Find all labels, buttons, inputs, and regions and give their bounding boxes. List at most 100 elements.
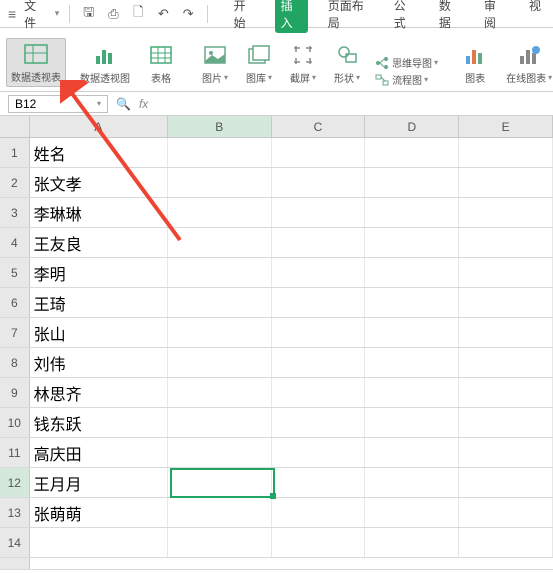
col-header-D[interactable]: D [365,116,459,137]
cell[interactable]: 李琳琳 [30,198,168,227]
row-header[interactable]: 13 [0,498,30,527]
cell[interactable]: 林思齐 [30,378,168,407]
name-box[interactable]: B12 ▾ [8,95,108,113]
cell[interactable] [168,528,272,557]
menu-icon[interactable]: ≡ [8,6,16,22]
row-header[interactable]: 6 [0,288,30,317]
cell[interactable] [272,468,366,497]
cell[interactable] [168,348,272,377]
tab-review[interactable]: 审阅 [480,0,509,33]
flowchart-button[interactable]: 流程图▾ [374,72,438,87]
cell[interactable] [272,198,366,227]
cell[interactable] [168,438,272,467]
cell[interactable] [365,408,459,437]
cell[interactable] [168,258,272,287]
cell[interactable] [272,318,366,347]
cell[interactable] [272,528,366,557]
tab-formula[interactable]: 公式 [390,0,419,33]
cell[interactable]: 王琦 [30,288,168,317]
cell[interactable] [459,198,553,227]
mindmap-button[interactable]: 思维导图▾ [374,55,438,70]
cell[interactable] [168,408,272,437]
cell[interactable] [365,498,459,527]
tab-page-layout[interactable]: 页面布局 [324,0,374,33]
cell[interactable] [365,258,459,287]
col-header-A[interactable]: A [30,116,168,137]
tab-insert[interactable]: 插入 [275,0,308,33]
col-header-C[interactable]: C [272,116,366,137]
cell[interactable]: 刘伟 [30,348,168,377]
picture-button[interactable]: 图片▾ [198,40,232,87]
cell[interactable] [365,318,459,347]
cell[interactable]: 高庆田 [30,438,168,467]
cell[interactable] [459,468,553,497]
cell[interactable] [365,198,459,227]
cell[interactable] [459,258,553,287]
cell[interactable] [168,498,272,527]
cell[interactable]: 张文孝 [30,168,168,197]
row-header[interactable]: 11 [0,438,30,467]
cell[interactable] [168,318,272,347]
cell[interactable] [168,198,272,227]
cell[interactable] [272,168,366,197]
cell[interactable] [365,138,459,167]
cell[interactable]: 张山 [30,318,168,347]
cell[interactable] [459,498,553,527]
cell[interactable] [272,258,366,287]
cell[interactable] [272,498,366,527]
cell[interactable] [365,528,459,557]
cell[interactable] [272,438,366,467]
row-header[interactable]: 4 [0,228,30,257]
cell[interactable] [168,378,272,407]
cell[interactable] [168,168,272,197]
col-header-E[interactable]: E [459,116,553,137]
cell[interactable] [272,378,366,407]
cell[interactable] [459,318,553,347]
preview-icon[interactable]: 🗋 [130,3,147,25]
cell[interactable] [168,468,272,497]
cell[interactable] [459,138,553,167]
shapes-button[interactable]: 形状▾ [330,40,364,87]
cell[interactable] [365,168,459,197]
cell[interactable] [459,528,553,557]
row-header[interactable]: 2 [0,168,30,197]
cell[interactable] [272,228,366,257]
row-header[interactable]: 12 [0,468,30,497]
fx-label[interactable]: fx [139,97,148,111]
cell[interactable] [459,348,553,377]
tab-view[interactable]: 视 [525,0,545,33]
col-header-B[interactable]: B [168,116,272,137]
row-header[interactable]: 9 [0,378,30,407]
fx-search-icon[interactable]: 🔍 [116,97,131,111]
row-header[interactable]: 5 [0,258,30,287]
select-all-corner[interactable] [0,116,30,137]
file-menu[interactable]: 文件 [24,0,47,31]
print-icon[interactable]: ⎙ [105,6,122,22]
row-header[interactable]: 10 [0,408,30,437]
cell[interactable] [459,168,553,197]
cell[interactable] [365,438,459,467]
cell[interactable] [459,288,553,317]
row-header[interactable]: 8 [0,348,30,377]
cell[interactable] [365,228,459,257]
cell[interactable] [30,528,168,557]
cell[interactable]: 李明 [30,258,168,287]
cell[interactable] [168,288,272,317]
chart-button[interactable]: 图表 [458,40,492,87]
pivot-table-button[interactable]: 数据透视表 [6,38,66,87]
row-header[interactable]: 1 [0,138,30,167]
cell[interactable] [365,468,459,497]
cell[interactable] [459,228,553,257]
cell[interactable] [168,138,272,167]
row-header[interactable]: 3 [0,198,30,227]
cell[interactable] [272,408,366,437]
cell[interactable]: 钱东跃 [30,408,168,437]
spreadsheet-grid[interactable]: A B C D E 1姓名2张文孝3李琳琳4王友良5李明6王琦7张山8刘伟9林思… [0,116,553,570]
screenshot-button[interactable]: 截屏▾ [286,40,320,87]
cell[interactable]: 王友良 [30,228,168,257]
tab-start[interactable]: 开始 [230,0,259,33]
cell[interactable]: 张萌萌 [30,498,168,527]
cell[interactable] [272,348,366,377]
online-chart-button[interactable]: 在线图表▾ [502,40,553,87]
undo-icon[interactable]: ↶ [155,6,172,22]
